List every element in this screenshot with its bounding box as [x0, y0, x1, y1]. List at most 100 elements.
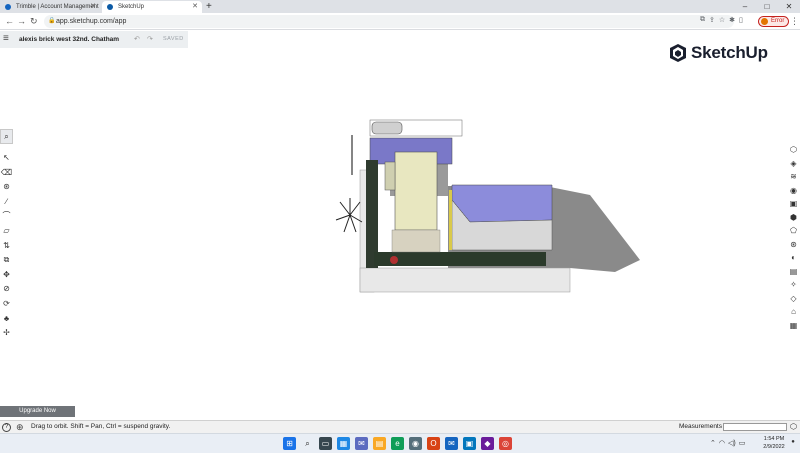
move-tool-icon[interactable]: ⧉: [0, 253, 13, 268]
wifi-icon[interactable]: ◠: [719, 434, 725, 454]
star-icon[interactable]: ☆: [719, 16, 725, 24]
url-text: app.sketchup.com/app: [56, 18, 127, 25]
notification-icon[interactable]: ●: [789, 439, 797, 448]
tab-trimble-account[interactable]: Trimble | Account Management ✕: [0, 1, 100, 13]
eraser-tool-icon[interactable]: ⌫: [0, 166, 13, 181]
profile-status-label: Error: [771, 18, 785, 24]
select-tool-icon[interactable]: ↖: [0, 151, 13, 166]
task-view-icon[interactable]: ▭: [319, 437, 332, 450]
components-icon[interactable]: ≋: [787, 170, 800, 184]
main-roof: [394, 151, 438, 231]
sketchup-favicon-icon: [107, 4, 113, 10]
tray-chevron-icon[interactable]: ⌃: [710, 434, 716, 454]
roof-chimney: [384, 161, 396, 191]
photos-icon[interactable]: ◆: [481, 437, 494, 450]
redo-icon[interactable]: ↷: [147, 31, 153, 48]
browser-menu-icon[interactable]: ⋮: [790, 13, 799, 30]
line-tool-icon[interactable]: ∕: [0, 195, 13, 210]
clock-date: 2/9/2022: [763, 443, 785, 450]
search-icon[interactable]: ⌕: [301, 437, 314, 450]
layers-icon[interactable]: ⬢: [787, 211, 800, 225]
status-hint: Drag to orbit. Shift = Pan, Ctrl = suspe…: [31, 423, 171, 430]
back-icon[interactable]: ←: [5, 13, 14, 30]
tab-sketchup[interactable]: SketchUp ✕: [102, 1, 202, 13]
paint-bucket-tool-icon[interactable]: ⊛: [0, 180, 13, 195]
search-tool-icon[interactable]: ⌕: [0, 129, 13, 144]
taskbar-apps: ⊞ ⌕ ▭ ▦ ✉ ▤ e ◉ O ✉ ▣ ◆ ◎: [283, 437, 512, 450]
minimize-icon[interactable]: –: [734, 0, 756, 13]
materials-icon[interactable]: ◉: [787, 184, 800, 198]
volume-icon[interactable]: ◁): [728, 434, 736, 454]
annex-wall-yellow: [449, 190, 452, 250]
clock[interactable]: 1:54 PM 2/9/2022: [760, 436, 788, 451]
car: [371, 121, 403, 135]
store-icon[interactable]: ▣: [463, 437, 476, 450]
warehouse-icon[interactable]: ⌂: [787, 305, 800, 319]
pan-tool-icon[interactable]: ✢: [0, 326, 13, 341]
camera-icon[interactable]: ◉: [409, 437, 422, 450]
shadows-icon[interactable]: ◐: [787, 251, 800, 265]
profile-error-button[interactable]: Error: [758, 16, 790, 27]
model-name[interactable]: alexis brick west 32nd. Chatham: [19, 31, 119, 48]
annex-roof-blue: [451, 184, 553, 223]
tape-measure-tool-icon[interactable]: ⊘: [0, 282, 13, 297]
new-tab-icon[interactable]: +: [206, 0, 212, 13]
share-icon[interactable]: ⇪: [709, 16, 715, 24]
explorer-icon[interactable]: ▤: [373, 437, 386, 450]
lock-icon: 🔒: [48, 18, 56, 24]
cube-icon[interactable]: ⬡: [790, 422, 797, 432]
close-icon[interactable]: ✕: [90, 1, 96, 13]
sidebar-icon[interactable]: ▯: [739, 16, 743, 24]
scenes-icon[interactable]: ⊛: [787, 238, 800, 252]
window-close-icon[interactable]: ✕: [778, 0, 800, 13]
close-icon[interactable]: ✕: [192, 1, 198, 13]
arc-tool-icon[interactable]: ⌒: [0, 209, 13, 224]
status-bar: ? ⊕ Drag to orbit. Shift = Pan, Ctrl = s…: [0, 420, 800, 433]
extensions-icon[interactable]: ✱: [729, 16, 735, 24]
bottom-hedge: [374, 252, 546, 266]
instructor-icon[interactable]: ◈: [787, 157, 800, 171]
install-icon[interactable]: ⧉: [700, 16, 705, 24]
mail-icon[interactable]: ✉: [445, 437, 458, 450]
measurements-input[interactable]: [723, 423, 787, 431]
office-icon[interactable]: O: [427, 437, 440, 450]
widgets-icon[interactable]: ▦: [337, 437, 350, 450]
globe-icon[interactable]: ⊕: [16, 422, 24, 432]
url-field[interactable]: 🔒 app.sketchup.com/app: [44, 15, 734, 28]
maximize-icon[interactable]: □: [756, 0, 778, 13]
flower-bed: [390, 256, 398, 264]
chrome-icon[interactable]: ◎: [499, 437, 512, 450]
edge-icon[interactable]: e: [391, 437, 404, 450]
help-icon[interactable]: ?: [2, 423, 11, 432]
solar-north-icon[interactable]: ✧: [787, 278, 800, 292]
push-pull-tool-icon[interactable]: ⇅: [0, 239, 13, 254]
upgrade-button[interactable]: Upgrade Now: [0, 406, 75, 417]
tags-icon[interactable]: ◇: [787, 292, 800, 306]
entity-info-icon[interactable]: ⬡: [787, 143, 800, 157]
left-toolbar: ↖ ⌫ ⊛ ∕ ⌒ ▱ ⇅ ⧉ ✥ ⊘ ⟳ ♣ ✢: [0, 151, 13, 341]
address-bar-row: ← → ↻ 🔒 app.sketchup.com/app ⧉ ⇪ ☆ ✱ ▯ E…: [0, 13, 800, 30]
avatar: [761, 18, 768, 25]
patio: [391, 229, 441, 253]
model-viewport[interactable]: [330, 110, 650, 305]
forward-icon[interactable]: →: [17, 13, 26, 30]
reload-icon[interactable]: ↻: [30, 13, 38, 30]
rotate-tool-icon[interactable]: ✥: [0, 268, 13, 283]
system-tray: ⌃ ◠ ◁) ▭: [710, 434, 745, 454]
tab-title: Trimble | Account Management: [16, 4, 99, 10]
undo-icon[interactable]: ↶: [134, 31, 140, 48]
battery-icon[interactable]: ▭: [739, 434, 746, 454]
extensions-panel-icon[interactable]: ▦: [787, 319, 800, 333]
clock-time: 1:54 PM: [763, 436, 785, 442]
chat-icon[interactable]: ✉: [355, 437, 368, 450]
start-icon[interactable]: ⊞: [283, 437, 296, 450]
hamburger-menu-icon[interactable]: ≡: [3, 34, 9, 44]
styles-icon[interactable]: ▣: [787, 197, 800, 211]
rectangle-tool-icon[interactable]: ▱: [0, 224, 13, 239]
sketchup-logo: SketchUp: [668, 43, 768, 63]
display-icon[interactable]: ▤: [787, 265, 800, 279]
orbit-tool-icon[interactable]: ⟳: [0, 297, 13, 312]
walk-tool-icon[interactable]: ♣: [0, 312, 13, 327]
outliner-icon[interactable]: ⬠: [787, 224, 800, 238]
sketchup-logo-icon: [670, 44, 686, 62]
